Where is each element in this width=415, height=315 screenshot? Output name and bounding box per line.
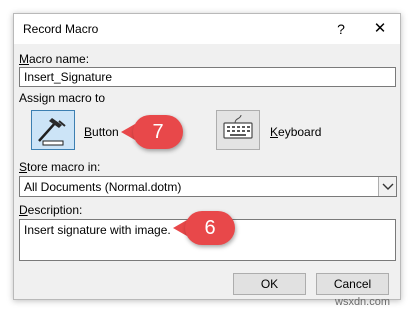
close-button[interactable]: ✕ bbox=[369, 19, 391, 39]
description-text: Insert signature with image. bbox=[24, 223, 171, 237]
dialog-title: Record Macro bbox=[23, 22, 99, 36]
store-macro-selected-value: All Documents (Normal.dotm) bbox=[24, 180, 182, 194]
help-button[interactable]: ? bbox=[330, 19, 352, 39]
chevron-down-icon[interactable] bbox=[378, 177, 396, 196]
assign-macro-label: Assign macro to bbox=[19, 91, 106, 105]
assign-keyboard-button[interactable] bbox=[216, 110, 260, 150]
description-label: Description: bbox=[19, 203, 83, 217]
ok-button[interactable]: OK bbox=[233, 273, 306, 295]
store-macro-label: Store macro in: bbox=[19, 160, 101, 174]
title-bar[interactable]: Record Macro ? ✕ bbox=[14, 14, 400, 44]
assign-button-button[interactable] bbox=[31, 110, 75, 150]
store-macro-select[interactable]: All Documents (Normal.dotm) bbox=[19, 176, 397, 197]
keyboard-option-label: Keyboard bbox=[270, 125, 322, 139]
macro-name-label: Macro name: bbox=[19, 52, 90, 66]
record-macro-dialog: Record Macro ? ✕ Macro name: Assign macr… bbox=[13, 13, 401, 300]
button-hammer-icon bbox=[38, 118, 66, 146]
cancel-button[interactable]: Cancel bbox=[316, 273, 389, 295]
macro-name-input[interactable] bbox=[19, 67, 396, 87]
callout-badge-6: 6 bbox=[185, 211, 235, 245]
keyboard-icon bbox=[223, 114, 253, 139]
button-option-label: Button bbox=[84, 125, 119, 139]
watermark: wsxdn.com bbox=[335, 296, 391, 308]
callout-badge-7: 7 bbox=[133, 115, 183, 149]
